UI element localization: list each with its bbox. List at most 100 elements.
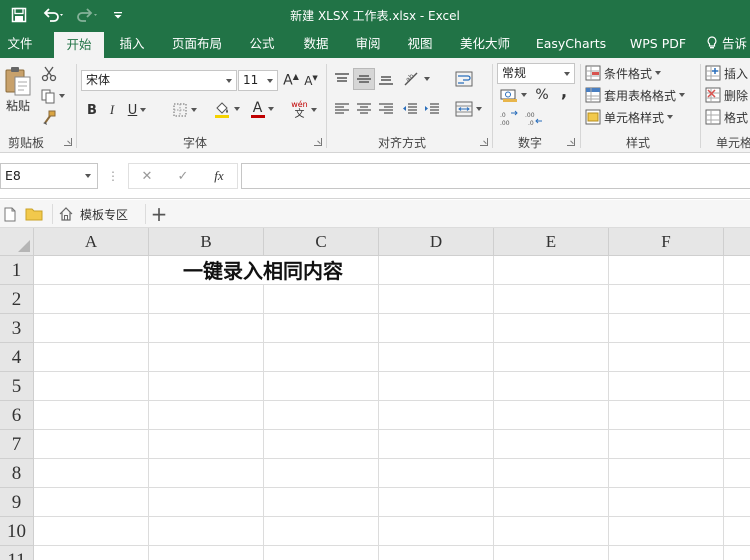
cell-f10[interactable] — [609, 517, 724, 546]
cancel-entry-button[interactable]: ✕ — [135, 166, 159, 186]
row-header-1[interactable]: 1 — [0, 256, 34, 285]
cell-f5[interactable] — [609, 372, 724, 401]
cell-c6[interactable] — [264, 401, 379, 430]
new-document-button[interactable] — [2, 205, 18, 223]
cell-f3[interactable] — [609, 314, 724, 343]
column-header-a[interactable]: A — [34, 228, 149, 256]
cell-b2[interactable] — [149, 285, 264, 314]
column-header-f[interactable]: F — [609, 228, 724, 256]
font-name-combo[interactable]: 宋体 — [81, 70, 237, 91]
insert-function-button[interactable]: fx — [207, 166, 231, 186]
cell-d3[interactable] — [379, 314, 494, 343]
row-header-8[interactable]: 8 — [0, 459, 34, 488]
row-header-10[interactable]: 10 — [0, 517, 34, 546]
cell-g7[interactable] — [724, 430, 750, 459]
cell-g11[interactable] — [724, 546, 750, 560]
formula-input[interactable] — [241, 163, 750, 189]
cell-c11[interactable] — [264, 546, 379, 560]
alignment-launcher[interactable] — [480, 138, 488, 146]
font-color-button[interactable]: A — [246, 98, 278, 120]
row-header-3[interactable]: 3 — [0, 314, 34, 343]
accounting-format-button[interactable] — [497, 85, 529, 105]
format-cells-button[interactable]: 格式 — [705, 107, 750, 127]
cell-a9[interactable] — [34, 488, 149, 517]
percent-style-button[interactable]: % — [532, 85, 552, 105]
tab-home[interactable]: 开始 — [54, 32, 104, 58]
align-left-button[interactable] — [332, 98, 352, 120]
column-header-b[interactable]: B — [149, 228, 264, 256]
insert-cells-button[interactable]: 插入 — [705, 63, 750, 83]
row-header-11[interactable]: 11 — [0, 546, 34, 560]
cell-a8[interactable] — [34, 459, 149, 488]
cell-c9[interactable] — [264, 488, 379, 517]
cell-a5[interactable] — [34, 372, 149, 401]
cell-c2[interactable] — [264, 285, 379, 314]
format-painter-button[interactable] — [36, 108, 62, 128]
align-top-button[interactable] — [332, 68, 352, 90]
cell-g2[interactable] — [724, 285, 750, 314]
tab-easycharts[interactable]: EasyCharts — [530, 30, 612, 58]
cell-e4[interactable] — [494, 343, 609, 372]
format-as-table-button[interactable]: 套用表格格式 — [585, 85, 695, 105]
cell-f6[interactable] — [609, 401, 724, 430]
cell-b8[interactable] — [149, 459, 264, 488]
tab-wps-pdf[interactable]: WPS PDF — [622, 30, 694, 58]
wrap-text-button[interactable] — [452, 68, 476, 90]
tab-view[interactable]: 视图 — [398, 30, 442, 58]
confirm-entry-button[interactable]: ✓ — [171, 166, 195, 186]
column-header-c[interactable]: C — [264, 228, 379, 256]
tab-formulas[interactable]: 公式 — [240, 30, 284, 58]
cell-e2[interactable] — [494, 285, 609, 314]
merge-center-button[interactable] — [452, 98, 484, 120]
tab-data[interactable]: 数据 — [294, 30, 338, 58]
cell-e7[interactable] — [494, 430, 609, 459]
template-zone-tab[interactable]: 模板专区 — [58, 203, 142, 225]
cell-b4[interactable] — [149, 343, 264, 372]
cell-g3[interactable] — [724, 314, 750, 343]
cell-e8[interactable] — [494, 459, 609, 488]
cell-b3[interactable] — [149, 314, 264, 343]
increase-decimal-button[interactable]: .0.00 — [497, 108, 521, 128]
increase-font-button[interactable]: A▲ — [282, 70, 300, 91]
paste-button[interactable] — [3, 64, 33, 98]
cell-e5[interactable] — [494, 372, 609, 401]
align-center-button[interactable] — [354, 98, 374, 120]
tab-review[interactable]: 审阅 — [346, 30, 390, 58]
cell-f4[interactable] — [609, 343, 724, 372]
cell-c3[interactable] — [264, 314, 379, 343]
cell-a2[interactable] — [34, 285, 149, 314]
align-right-button[interactable] — [376, 98, 396, 120]
cell-c4[interactable] — [264, 343, 379, 372]
cell-g9[interactable] — [724, 488, 750, 517]
cell-b9[interactable] — [149, 488, 264, 517]
cell-c10[interactable] — [264, 517, 379, 546]
cell-b10[interactable] — [149, 517, 264, 546]
cell-g5[interactable] — [724, 372, 750, 401]
cell-f9[interactable] — [609, 488, 724, 517]
cell-d1[interactable] — [379, 256, 494, 285]
paste-label[interactable]: 粘贴 — [3, 98, 33, 113]
tab-tell-me[interactable]: 告诉 — [706, 30, 750, 58]
align-bottom-button[interactable] — [376, 68, 396, 90]
new-tab-button[interactable]: + — [148, 202, 170, 226]
underline-button[interactable]: U — [124, 100, 150, 120]
fill-color-button[interactable] — [210, 98, 242, 120]
row-header-9[interactable]: 9 — [0, 488, 34, 517]
cell-e1[interactable] — [494, 256, 609, 285]
bold-button[interactable]: B — [84, 100, 100, 120]
open-folder-button[interactable] — [24, 205, 44, 223]
cell-g8[interactable] — [724, 459, 750, 488]
font-size-combo[interactable]: 11 — [238, 70, 278, 91]
cell-g1[interactable] — [724, 256, 750, 285]
conditional-formatting-button[interactable]: 条件格式 — [585, 63, 685, 83]
orientation-button[interactable]: ab — [400, 68, 432, 90]
select-all-button[interactable] — [0, 228, 34, 256]
align-middle-button[interactable] — [353, 68, 375, 90]
cell-a3[interactable] — [34, 314, 149, 343]
copy-button[interactable] — [36, 86, 68, 106]
borders-button[interactable] — [168, 100, 200, 120]
cell-c7[interactable] — [264, 430, 379, 459]
row-header-4[interactable]: 4 — [0, 343, 34, 372]
phonetic-button[interactable]: wén 文 — [288, 98, 320, 122]
column-header-d[interactable]: D — [379, 228, 494, 256]
